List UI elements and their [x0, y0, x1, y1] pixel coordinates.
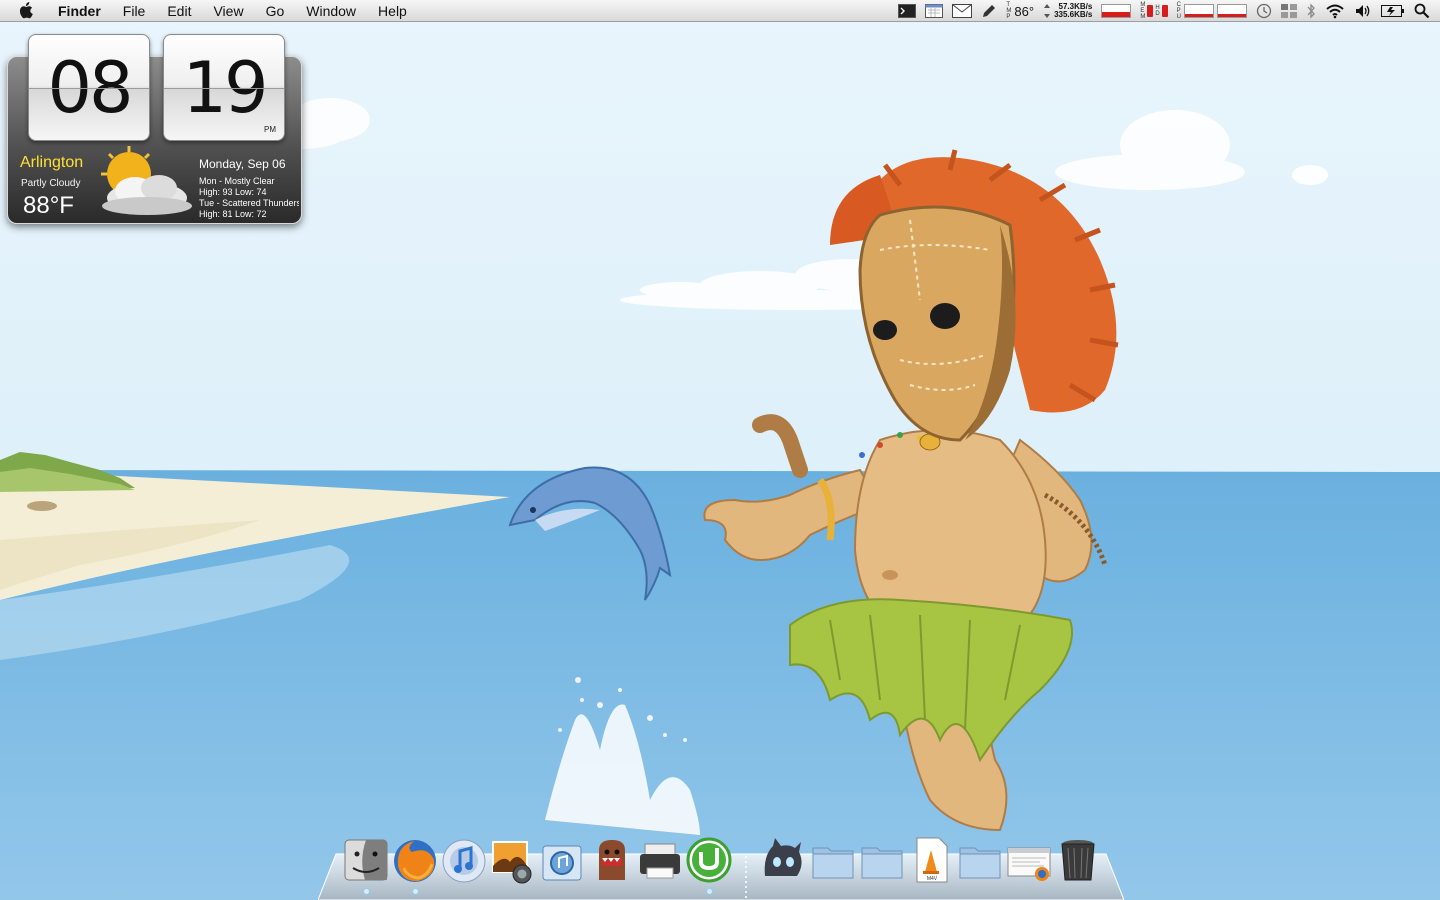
forecast-day1-temps: High: 93 Low: 74 — [199, 187, 267, 197]
dock-item-documents-folder[interactable] — [859, 836, 905, 884]
apple-menu[interactable] — [0, 0, 47, 22]
trash-icon — [1061, 840, 1095, 881]
folder-icon — [959, 847, 1001, 879]
adium-icon — [764, 838, 802, 876]
mail-icon[interactable] — [952, 0, 973, 22]
spaces-icon[interactable] — [1281, 0, 1297, 22]
vlc-m4v-file-icon: M4V — [916, 837, 948, 883]
dock-item-downloads-folder[interactable] — [957, 836, 1003, 884]
pencil-icon[interactable] — [981, 0, 997, 22]
widget-date: Monday, Sep 06 — [199, 157, 286, 171]
bluetooth-icon[interactable] — [1306, 0, 1316, 22]
dock-item-firefox[interactable] — [392, 836, 438, 884]
folder-icon — [861, 847, 903, 879]
preview-icon — [542, 845, 582, 881]
dock-item-finder[interactable] — [343, 836, 389, 884]
memory-meter-icon[interactable] — [1101, 0, 1132, 22]
net-download-speed: 335.6KB/s — [1054, 10, 1093, 19]
iphoto-icon — [492, 841, 532, 884]
dock-item-webpage-file[interactable] — [1006, 836, 1052, 884]
printer-icon — [640, 843, 680, 879]
svg-text:M4V: M4V — [927, 876, 938, 882]
weather-condition: Partly Cloudy — [21, 178, 81, 189]
dock-item-printer[interactable] — [637, 836, 683, 884]
cpu-meter-icon[interactable]: CPU — [1177, 0, 1247, 22]
calendar-icon[interactable] — [925, 0, 944, 22]
menu-window[interactable]: Window — [295, 0, 367, 22]
apple-logo-icon — [19, 2, 33, 19]
temperature-readout: 86° — [1014, 3, 1035, 19]
thermometer-icon[interactable]: TMP 86° — [1006, 0, 1034, 22]
spotlight-search-icon[interactable] — [1414, 0, 1430, 22]
itunes-icon — [442, 839, 486, 883]
dock-item-applications-folder[interactable] — [810, 836, 856, 884]
dock-item-m4v-file[interactable]: M4V — [908, 836, 954, 884]
menu-bar: Finder File Edit View Go Window Help TMP… — [0, 0, 1440, 22]
running-indicator-firefox — [413, 889, 418, 894]
terminal-icon[interactable] — [898, 0, 917, 22]
menu-edit[interactable]: Edit — [156, 0, 202, 22]
hour-flip-card: 08 — [28, 34, 150, 141]
volume-icon[interactable] — [1354, 0, 1372, 22]
dock-item-domo[interactable] — [589, 836, 635, 884]
menu-file[interactable]: File — [112, 0, 157, 22]
menu-view[interactable]: View — [202, 0, 254, 22]
status-menus: TMP 86° 57.3KB/s 335.6KB/s MEM HD CPU — [898, 0, 1430, 22]
folder-icon — [812, 847, 854, 879]
dock-item-utorrent[interactable] — [686, 836, 732, 884]
dock-item-itunes[interactable] — [441, 836, 487, 884]
firefox-icon — [394, 840, 436, 882]
menu-app-finder[interactable]: Finder — [47, 0, 112, 22]
dock-item-trash[interactable] — [1055, 836, 1101, 884]
dock-item-adium[interactable] — [759, 836, 805, 884]
dock-item-iphoto[interactable] — [490, 836, 536, 884]
clock-ampm: PM — [264, 125, 276, 134]
menu-help[interactable]: Help — [367, 0, 418, 22]
utorrent-icon — [686, 837, 732, 883]
weather-temperature: 88°F — [23, 192, 74, 219]
running-indicator-utorrent — [707, 889, 712, 894]
dock-item-preview[interactable] — [539, 836, 585, 884]
finder-icon — [344, 839, 388, 881]
battery-icon[interactable] — [1381, 0, 1405, 22]
forecast-day2-summary: Tue - Scattered Thunderstorms — [199, 198, 299, 208]
running-indicator-finder — [364, 889, 369, 894]
minute-flip-card: 19 PM — [163, 34, 285, 141]
webpage-file-icon — [1007, 847, 1051, 881]
flip-clock-weather-widget[interactable]: 08 19 PM Arlington Partly Cloudy 88°F Mo… — [7, 34, 302, 224]
menu-go[interactable]: Go — [255, 0, 296, 22]
forecast-day1-summary: Mon - Mostly Clear — [199, 176, 275, 186]
time-machine-icon[interactable] — [1256, 0, 1272, 22]
network-speed-icon[interactable]: 57.3KB/s 335.6KB/s — [1043, 0, 1092, 22]
domo-icon — [599, 840, 625, 880]
disk-meter-icon[interactable]: MEM HD — [1140, 0, 1168, 22]
wifi-icon[interactable] — [1325, 0, 1345, 22]
partly-cloudy-weather-icon — [101, 146, 192, 215]
weather-city: Arlington — [20, 154, 84, 171]
forecast-day2-temps: High: 81 Low: 72 — [199, 209, 267, 219]
